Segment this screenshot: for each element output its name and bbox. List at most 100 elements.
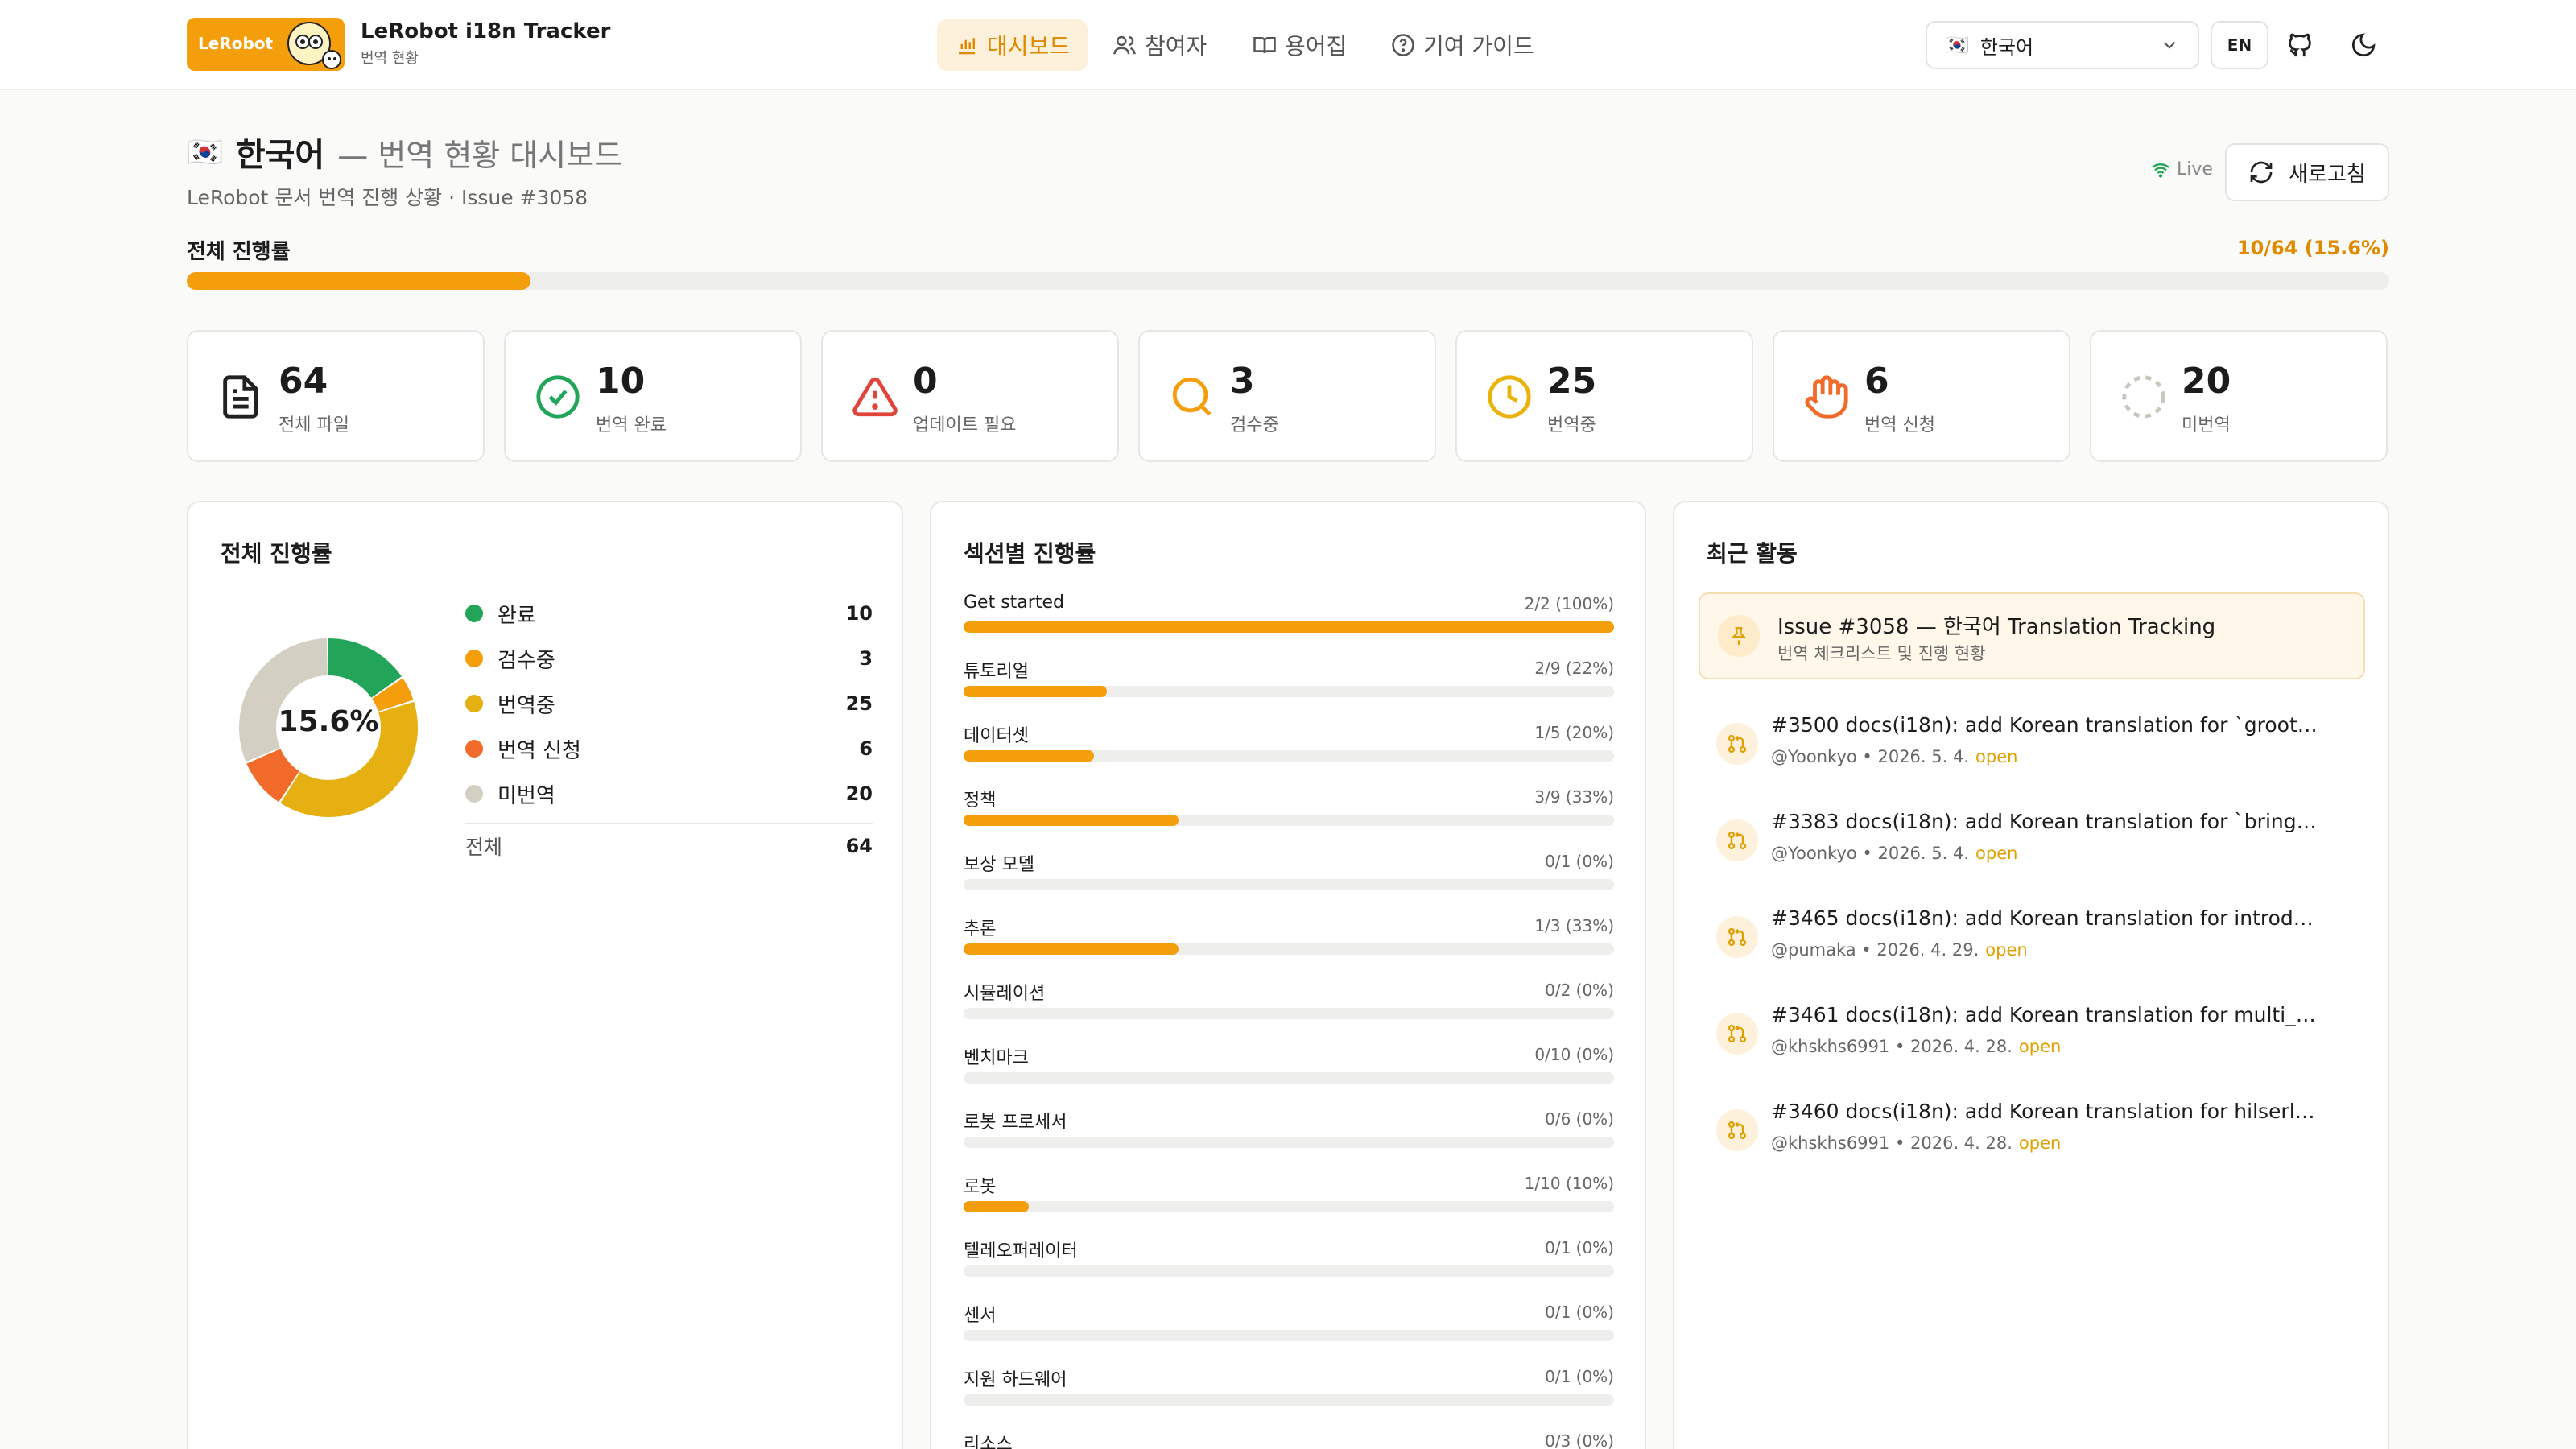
legend-dot [465,740,483,758]
section-count: 2/2 (100%) [1524,594,1614,613]
github-button[interactable] [2283,27,2318,63]
page-title: 🇰🇷 한국어 — 번역 현황 대시보드 [187,129,622,175]
nav-dashboard[interactable]: 대시보드 [937,19,1088,71]
section-progress-bar [964,1137,1614,1148]
git-pull-request-icon [1728,1024,1747,1043]
chevron-down-icon [2163,41,2176,49]
legend-value: 25 [845,692,873,715]
section-name: 지원 하드웨어 [964,1370,1067,1390]
language-select[interactable]: 🇰🇷 한국어 [1926,21,2199,69]
help-circle-icon [1392,34,1414,56]
section-progress-bar [964,1008,1614,1019]
section-name: 로봇 프로세서 [964,1113,1067,1133]
legend-dot [465,605,483,622]
donut-center-label: 15.6% [278,705,379,738]
refresh-button[interactable]: 새로고침 [2225,143,2389,201]
activity-icon-wrap [1716,1109,1758,1151]
section-progress-row: 시뮬레이션 0/2 (0%) [964,976,1614,1040]
nav-contributors[interactable]: 참여자 [1095,19,1224,71]
brand-title: LeRobot i18n Tracker [361,19,611,43]
legend-item-requested: 번역 신청 6 [465,726,873,771]
legend-value: 3 [859,647,873,670]
stat-label: 번역 완료 [596,415,667,436]
section-progress-panel: 섹션별 진행률 Get started 2/2 (100%) 튜토리얼 2/9 (22… [930,501,1646,1449]
dashed-circle-icon [2122,375,2165,419]
activity-title[interactable]: #3465 docs(i18n): add Korean translation… [1771,906,2318,930]
activity-item[interactable]: #3460 docs(i18n): add Korean translation… [1699,1095,2365,1175]
activity-author-date: @Yoonkyo • 2026. 5. 4. [1771,844,1970,863]
pinned-tracking-issue[interactable]: Issue #3058 — 한국어 Translation Tracking 번… [1699,592,2365,679]
activity-title[interactable]: #3500 docs(i18n): add Korean translation… [1771,713,2318,737]
overall-progress-label: 전체 진행률 [187,240,291,264]
stat-label: 번역 신청 [1864,415,1935,436]
activity-icon-wrap [1716,916,1758,958]
section-progress-row: 텔레오퍼레이터 0/1 (0%) [964,1233,1614,1298]
activity-title[interactable]: #3461 docs(i18n): add Korean translation… [1771,1003,2318,1026]
git-pull-request-icon [1728,927,1747,947]
activity-title[interactable]: #3460 docs(i18n): add Korean translation… [1771,1100,2318,1123]
activity-status: open [2018,1037,2062,1056]
section-progress-row: 보상 모델 0/1 (0%) [964,847,1614,911]
language-label: 한국어 [1979,35,2034,59]
overall-progress-value: 10/64 (15.6%) [2236,237,2389,259]
section-name: 센서 [964,1306,997,1326]
refresh-label: 새로고침 [2289,162,2366,187]
section-count: 3/9 (33%) [1534,787,1614,807]
stat-card-untranslated: 20 미번역 [2090,330,2388,462]
section-progress-fill [964,943,1179,955]
section-count: 0/1 (0%) [1545,1302,1614,1322]
nav-label: 대시보드 [987,33,1071,60]
legend-label: 미번역 [497,783,555,808]
stat-card-translating: 25 번역중 [1455,330,1753,462]
stat-label: 업데이트 필요 [913,415,1017,436]
stat-label: 전체 파일 [279,415,349,436]
section-progress-row: 로봇 1/10 (10%) [964,1169,1614,1233]
theme-toggle-button[interactable] [2346,27,2381,63]
activity-title[interactable]: #3383 docs(i18n): add Korean translation… [1771,810,2318,833]
stat-value: 64 [279,361,328,402]
activity-author-date: @khskhs6991 • 2026. 4. 28. [1771,1133,2013,1153]
stat-card-requested: 6 번역 신청 [1773,330,2070,462]
robot-mascot-icon [287,22,341,69]
stat-card-total-files: 64 전체 파일 [187,330,485,462]
activity-item[interactable]: #3465 docs(i18n): add Korean translation… [1699,902,2365,982]
page-title-language: 한국어 [235,137,325,174]
section-progress-bar [964,621,1614,633]
section-name: 튜토리얼 [964,662,1029,682]
logo[interactable]: LeRobot [187,18,345,71]
activity-author-date: @pumaka • 2026. 4. 29. [1771,940,1979,960]
users-icon [1113,35,1136,55]
book-icon [1253,37,1276,54]
nav-contribution-guide[interactable]: 기여 가이드 [1373,19,1552,71]
legend-item-untranslated: 미번역 20 [465,771,873,816]
activity-item[interactable]: #3461 docs(i18n): add Korean translation… [1699,998,2365,1079]
activity-item[interactable]: #3383 docs(i18n): add Korean translation… [1699,805,2365,886]
activity-icon-wrap [1716,1013,1758,1055]
nav-glossary[interactable]: 용어집 [1235,19,1364,71]
activity-meta: @Yoonkyo • 2026. 5. 4. open [1771,844,2017,863]
live-indicator: Live [2151,159,2213,180]
section-count: 1/10 (10%) [1524,1174,1614,1193]
legend-dot [465,785,483,803]
english-toggle-button[interactable]: EN [2211,21,2268,69]
legend-total-label: 전체 [465,836,503,859]
section-name: 보상 모델 [964,855,1034,875]
stat-value: 10 [596,361,646,402]
nav-label: 기여 가이드 [1423,33,1534,60]
nav-label: 참여자 [1145,33,1208,60]
section-name: Get started [964,592,1064,613]
legend-label: 번역중 [497,693,555,718]
language-flag: 🇰🇷 [187,136,223,169]
section-name: 정책 [964,791,997,811]
activity-meta: @khskhs6991 • 2026. 4. 28. open [1771,1037,2061,1056]
activity-status: open [2018,1133,2062,1153]
activity-meta: @khskhs6991 • 2026. 4. 28. open [1771,1133,2061,1153]
panel-title: 섹션별 진행률 [964,540,1096,567]
page-title-rest: — 번역 현황 대시보드 [337,137,623,173]
stat-value: 20 [2182,361,2231,402]
section-progress-bar [964,1201,1614,1212]
top-navigation-bar: LeRobot LeRobot i18n Tracker 번역 현황 대시보드 … [0,0,2576,90]
legend-item-completed: 완료 10 [465,591,873,636]
section-name: 시뮬레이션 [964,984,1046,1004]
activity-item[interactable]: #3500 docs(i18n): add Korean translation… [1699,708,2365,789]
